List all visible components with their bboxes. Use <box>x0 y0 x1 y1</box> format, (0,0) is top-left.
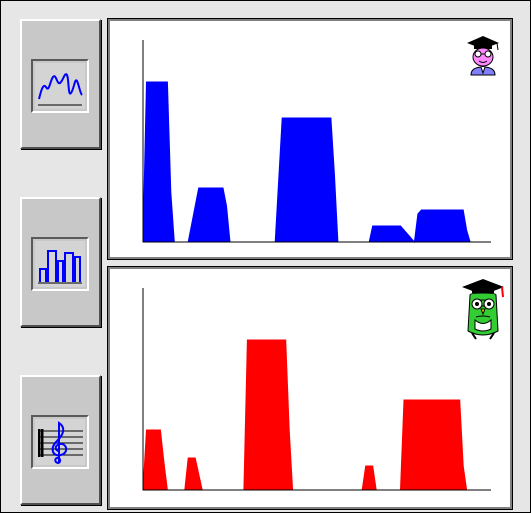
top-chart <box>142 40 491 244</box>
bottom-chart <box>142 288 491 491</box>
waveform-icon <box>35 63 85 109</box>
line-view-button[interactable] <box>20 19 101 149</box>
top-chart-panel <box>108 19 512 259</box>
music-view-button[interactable] <box>20 375 101 505</box>
graduate-person-icon <box>467 36 499 76</box>
bar-view-icon-frame <box>31 237 89 291</box>
app-window <box>0 0 531 513</box>
bottom-chart-series-0-area <box>142 339 491 491</box>
bar-chart-icon <box>35 241 85 287</box>
top-chart-series-0-area <box>142 81 491 244</box>
treble-clef-icon <box>35 419 85 465</box>
bar-view-button[interactable] <box>20 197 101 327</box>
bottom-chart-panel <box>108 267 512 509</box>
line-view-icon-frame <box>31 59 89 113</box>
music-view-icon-frame <box>31 415 89 469</box>
graduate-owl-icon <box>462 279 504 340</box>
